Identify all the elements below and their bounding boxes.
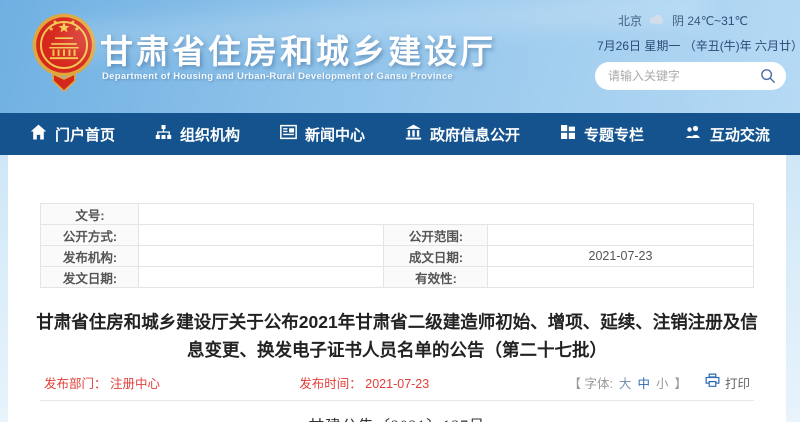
weather-bar: 北京 阴 24℃~31℃ bbox=[618, 12, 748, 29]
nav-label: 互动交流 bbox=[709, 126, 770, 144]
sitemap-icon bbox=[155, 124, 172, 144]
national-emblem-icon bbox=[32, 13, 96, 100]
main-nav: 门户首页 组织机构 新闻中心 政府信息公开 专题专栏 互动交流 bbox=[0, 113, 800, 155]
issuing-agency-label: 发布机构: bbox=[40, 245, 140, 267]
table-row: 发布机构: 成文日期: 2021-07-23 bbox=[40, 245, 754, 267]
official-doc-number: 甘建公告〔2021〕137号 bbox=[8, 414, 786, 422]
written-date-label: 成文日期: bbox=[383, 245, 489, 267]
doc-number-value bbox=[138, 203, 754, 225]
publish-department: 发布部门： 注册中心 bbox=[44, 373, 160, 392]
people-icon bbox=[684, 124, 702, 144]
publish-time-label: 发布时间： bbox=[299, 376, 362, 391]
article-meta-bar: 发布部门： 注册中心 发布时间： 2021-07-23 【 字体: 大 中 小 … bbox=[40, 373, 754, 401]
news-icon bbox=[280, 124, 297, 144]
issue-date-value bbox=[138, 266, 385, 288]
font-size-small-button[interactable]: 小 bbox=[656, 373, 669, 392]
nav-label: 专题专栏 bbox=[583, 126, 644, 144]
font-widget-suffix: 】 bbox=[674, 376, 687, 391]
table-row: 文号: bbox=[40, 203, 754, 225]
nav-item-interaction[interactable]: 互动交流 bbox=[684, 124, 770, 145]
doc-number-label: 文号: bbox=[40, 203, 140, 225]
article-title: 甘肃省住房和城乡建设厅关于公布2021年甘肃省二级建造师初始、增项、延续、注销注… bbox=[36, 312, 758, 361]
weather-city: 北京 bbox=[618, 14, 643, 28]
print-button[interactable]: 打印 bbox=[705, 373, 750, 392]
written-date-value: 2021-07-23 bbox=[487, 245, 754, 267]
search-box[interactable] bbox=[595, 62, 786, 90]
print-label: 打印 bbox=[724, 376, 750, 391]
date-line: 7月26日 星期一 （辛丑(牛)年 六月廿） bbox=[597, 39, 800, 53]
site-banner: 甘肃省住房和城乡建设厅 Department of Housing and Ur… bbox=[0, 0, 800, 113]
grid-icon bbox=[560, 124, 576, 144]
nav-item-news[interactable]: 新闻中心 bbox=[280, 124, 365, 145]
nav-label: 新闻中心 bbox=[304, 126, 365, 144]
font-size-medium-button[interactable]: 中 bbox=[637, 373, 650, 392]
search-input[interactable] bbox=[608, 63, 753, 89]
open-scope-value bbox=[487, 224, 754, 246]
publish-time-value: 2021-07-23 bbox=[365, 376, 430, 391]
table-row: 发文日期: 有效性: bbox=[40, 266, 754, 288]
document-info-table: 文号: 公开方式: 公开范围: 发布机构: 成文日期: 2021-07-23 发… bbox=[40, 203, 754, 288]
cloud-icon bbox=[649, 14, 665, 28]
publish-time: 发布时间： 2021-07-23 bbox=[299, 373, 429, 392]
open-method-value bbox=[138, 224, 385, 246]
printer-icon bbox=[705, 373, 720, 391]
font-size-widget: 【 字体: 大 中 小 】 bbox=[568, 373, 687, 392]
font-widget-prefix: 【 字体: bbox=[568, 376, 613, 391]
issuing-agency-value bbox=[138, 245, 385, 267]
site-subtitle: Department of Housing and Urban-Rural De… bbox=[102, 71, 454, 82]
meta-actions: 【 字体: 大 中 小 】 打印 bbox=[568, 373, 750, 392]
gov-building-icon bbox=[405, 124, 422, 144]
font-size-large-button[interactable]: 大 bbox=[619, 373, 632, 392]
open-scope-label: 公开范围: bbox=[383, 224, 489, 246]
weather-condition: 阴 24℃~31℃ bbox=[672, 14, 749, 28]
issue-date-label: 发文日期: bbox=[40, 266, 140, 288]
site-title: 甘肃省住房和城乡建设厅 bbox=[100, 33, 496, 70]
content-panel: 文号: 公开方式: 公开范围: 发布机构: 成文日期: 2021-07-23 发… bbox=[8, 155, 786, 422]
nav-item-home[interactable]: 门户首页 bbox=[30, 124, 115, 145]
nav-item-special-topics[interactable]: 专题专栏 bbox=[560, 124, 644, 145]
nav-item-gov-info[interactable]: 政府信息公开 bbox=[405, 124, 520, 145]
home-icon bbox=[30, 124, 47, 144]
search-icon[interactable] bbox=[760, 68, 776, 89]
validity-value bbox=[487, 266, 754, 288]
nav-label: 组织机构 bbox=[179, 126, 240, 144]
table-row: 公开方式: 公开范围: bbox=[40, 224, 754, 246]
nav-item-organization[interactable]: 组织机构 bbox=[155, 124, 240, 145]
nav-label: 门户首页 bbox=[55, 126, 116, 144]
validity-label: 有效性: bbox=[383, 266, 489, 288]
nav-label: 政府信息公开 bbox=[429, 126, 520, 144]
publish-department-label: 发布部门： bbox=[44, 376, 107, 391]
open-method-label: 公开方式: bbox=[40, 224, 140, 246]
publish-department-value: 注册中心 bbox=[110, 376, 161, 391]
